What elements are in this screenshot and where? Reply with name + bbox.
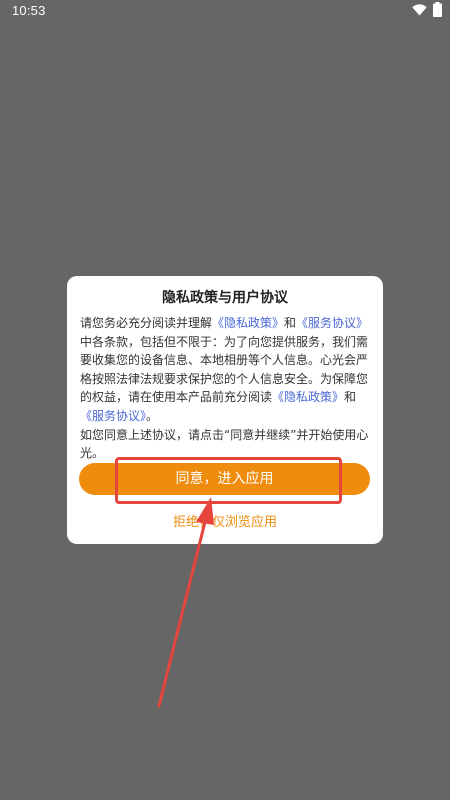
annotation-arrow — [157, 497, 214, 708]
screen: 10:53 隐私政策与用户协议 请您务必充分阅读并理解《隐私政策》和《服务协议》… — [0, 0, 450, 800]
